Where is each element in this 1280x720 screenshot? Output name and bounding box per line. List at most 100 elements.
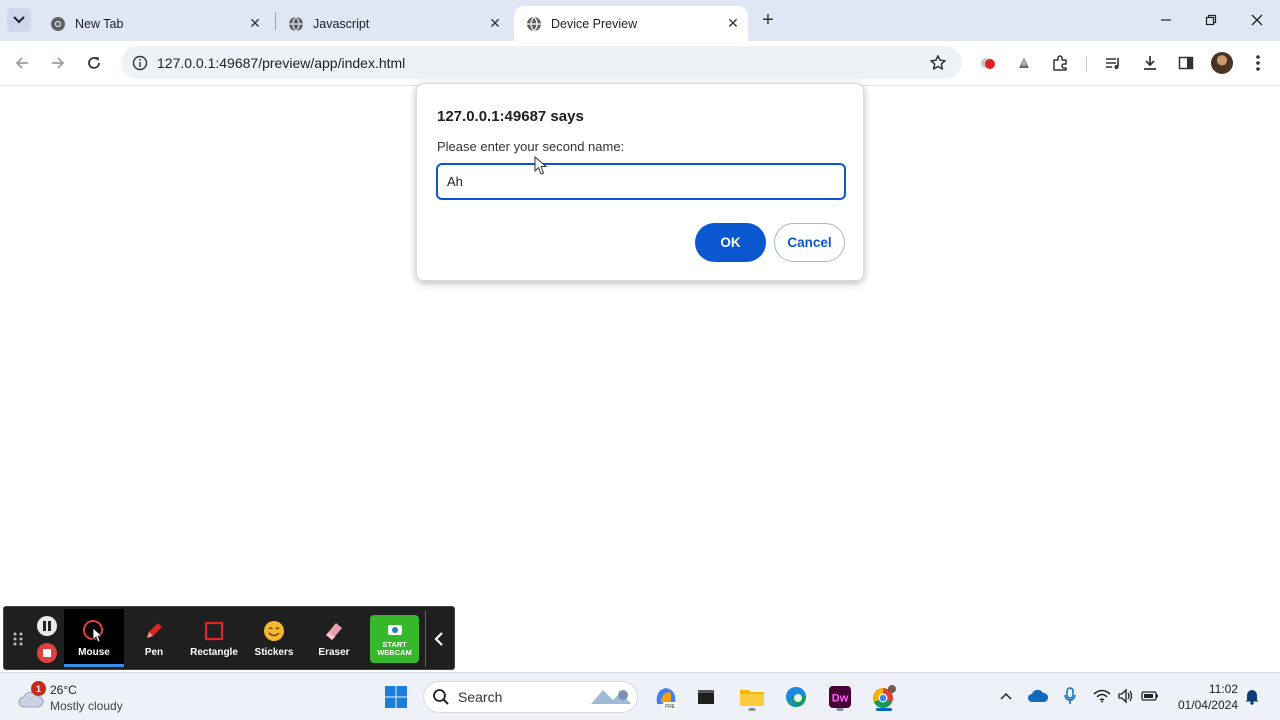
- tab-javascript[interactable]: Javascript ✕: [276, 6, 510, 41]
- back-button[interactable]: [8, 49, 36, 77]
- tab-title: Javascript: [313, 16, 370, 31]
- extension-record-icon[interactable]: [975, 50, 1001, 76]
- screen-recorder-toolbar: Mouse Pen Rectangle Stickers Eraser STAR…: [3, 606, 455, 670]
- more-menu-icon[interactable]: [1245, 50, 1271, 76]
- forward-arrow-icon: [52, 57, 65, 69]
- edge-icon: [786, 687, 806, 707]
- weather-widget[interactable]: 1 26°C Mostly cloudy: [18, 681, 148, 715]
- tool-label: Pen: [144, 647, 164, 658]
- chrome-icon: [873, 685, 896, 708]
- tool-rectangle[interactable]: Rectangle: [184, 609, 244, 667]
- tab-new-tab[interactable]: New Tab ✕: [38, 6, 270, 41]
- notification-badge: 1: [31, 681, 46, 696]
- start-button[interactable]: [380, 681, 412, 713]
- pause-icon: [43, 621, 51, 631]
- globe-icon: [526, 16, 542, 32]
- battery-tray[interactable]: [1139, 685, 1161, 707]
- forward-button[interactable]: [44, 49, 72, 77]
- cancel-button[interactable]: Cancel: [774, 223, 845, 262]
- dreamweaver-icon: Dw: [829, 686, 851, 708]
- tool-eraser[interactable]: Eraser: [304, 609, 364, 667]
- restore-button[interactable]: [1191, 6, 1231, 34]
- taskbar-edge[interactable]: [780, 681, 812, 713]
- collapse-toolbar-button[interactable]: [429, 627, 449, 651]
- extension-puzzle-dark-icon[interactable]: [1011, 50, 1037, 76]
- toolbar-divider: [1086, 56, 1087, 72]
- search-icon: [424, 688, 458, 706]
- tab-title: New Tab: [75, 16, 124, 31]
- pause-button[interactable]: [37, 616, 57, 636]
- browser-toolbar: 127.0.0.1:49687/preview/app/index.html: [0, 41, 1280, 86]
- side-panel-icon[interactable]: [1173, 50, 1199, 76]
- prompt-input[interactable]: [436, 163, 846, 200]
- eraser-icon: [322, 619, 346, 643]
- site-info-icon[interactable]: [123, 55, 157, 71]
- onedrive-tray[interactable]: [1027, 685, 1049, 707]
- drag-handle-icon[interactable]: [12, 631, 24, 647]
- profile-avatar[interactable]: [1211, 52, 1233, 74]
- tool-label: Stickers: [254, 647, 294, 658]
- mouse-cursor-icon: [534, 156, 548, 175]
- close-icon[interactable]: ✕: [246, 15, 264, 33]
- microphone-tray[interactable]: [1059, 685, 1081, 707]
- close-icon[interactable]: ✕: [724, 15, 742, 33]
- close-window-button[interactable]: [1237, 6, 1277, 34]
- tab-title: Device Preview: [551, 16, 638, 31]
- chrome-icon: [50, 16, 66, 32]
- folder-icon: [740, 690, 764, 706]
- svg-text:PRE: PRE: [665, 704, 676, 710]
- dialog-title: 127.0.0.1:49687 says: [437, 108, 584, 125]
- minimize-icon: [1161, 19, 1171, 21]
- windows-icon: [385, 686, 407, 708]
- tool-label: Eraser: [318, 647, 350, 658]
- minimize-button[interactable]: [1146, 6, 1186, 34]
- chevron-down-icon: [13, 16, 25, 24]
- tool-mouse[interactable]: Mouse: [64, 609, 124, 667]
- search-highlight-icon: [591, 690, 631, 704]
- address-bar[interactable]: 127.0.0.1:49687/preview/app/index.html: [121, 46, 962, 79]
- rectangle-icon: [202, 619, 226, 643]
- svg-text:Dw: Dw: [832, 693, 849, 705]
- reload-icon: [88, 57, 100, 69]
- taskbar-chrome[interactable]: [868, 681, 900, 713]
- wifi-tray[interactable]: [1091, 685, 1113, 707]
- taskbar-dreamweaver[interactable]: Dw: [824, 681, 856, 713]
- extensions-icon[interactable]: [1047, 50, 1073, 76]
- weather-temperature: 26°C: [50, 683, 77, 697]
- tab-strip: New Tab ✕ Javascript ✕ Device Preview ✕ …: [0, 0, 1280, 41]
- stop-icon: [43, 649, 51, 657]
- ok-button[interactable]: OK: [695, 223, 766, 262]
- tab-device-preview[interactable]: Device Preview ✕: [514, 6, 748, 41]
- start-webcam-button[interactable]: START WEBCAM: [370, 615, 419, 663]
- taskbar: 1 26°C Mostly cloudy Search PRE Dw 11:02…: [0, 672, 1280, 720]
- webcam-label-line2: WEBCAM: [377, 647, 412, 657]
- tool-pen[interactable]: Pen: [124, 609, 184, 667]
- tab-search-button[interactable]: [7, 8, 31, 32]
- back-arrow-icon: [15, 57, 28, 69]
- url-text: 127.0.0.1:49687/preview/app/index.html: [157, 54, 406, 71]
- taskbar-file-explorer[interactable]: [736, 681, 768, 713]
- chevron-left-icon: [434, 632, 443, 646]
- close-icon[interactable]: ✕: [486, 15, 504, 33]
- tool-stickers[interactable]: Stickers: [244, 609, 304, 667]
- taskbar-copilot[interactable]: PRE: [650, 681, 682, 713]
- download-icon[interactable]: [1137, 50, 1163, 76]
- stop-button[interactable]: [37, 643, 57, 663]
- taskbar-terminal[interactable]: [690, 681, 722, 713]
- tool-label: Rectangle: [190, 647, 238, 658]
- new-tab-button[interactable]: +: [756, 8, 780, 32]
- taskbar-search[interactable]: Search: [423, 681, 638, 713]
- mouse-icon: [82, 619, 106, 643]
- tool-label: Mouse: [78, 647, 110, 658]
- restore-icon: [1205, 14, 1217, 26]
- reload-button[interactable]: [80, 49, 108, 77]
- volume-tray[interactable]: [1115, 685, 1137, 707]
- notifications-button[interactable]: [1241, 685, 1263, 707]
- close-icon: [1251, 14, 1263, 26]
- clock[interactable]: 11:02 01/04/2024: [1170, 681, 1238, 713]
- bookmark-star-icon[interactable]: [922, 54, 954, 72]
- media-controls-icon[interactable]: [1100, 50, 1126, 76]
- show-hidden-icons-button[interactable]: [995, 685, 1017, 707]
- running-indicator: [836, 708, 844, 711]
- clock-date: 01/04/2024: [1177, 698, 1238, 712]
